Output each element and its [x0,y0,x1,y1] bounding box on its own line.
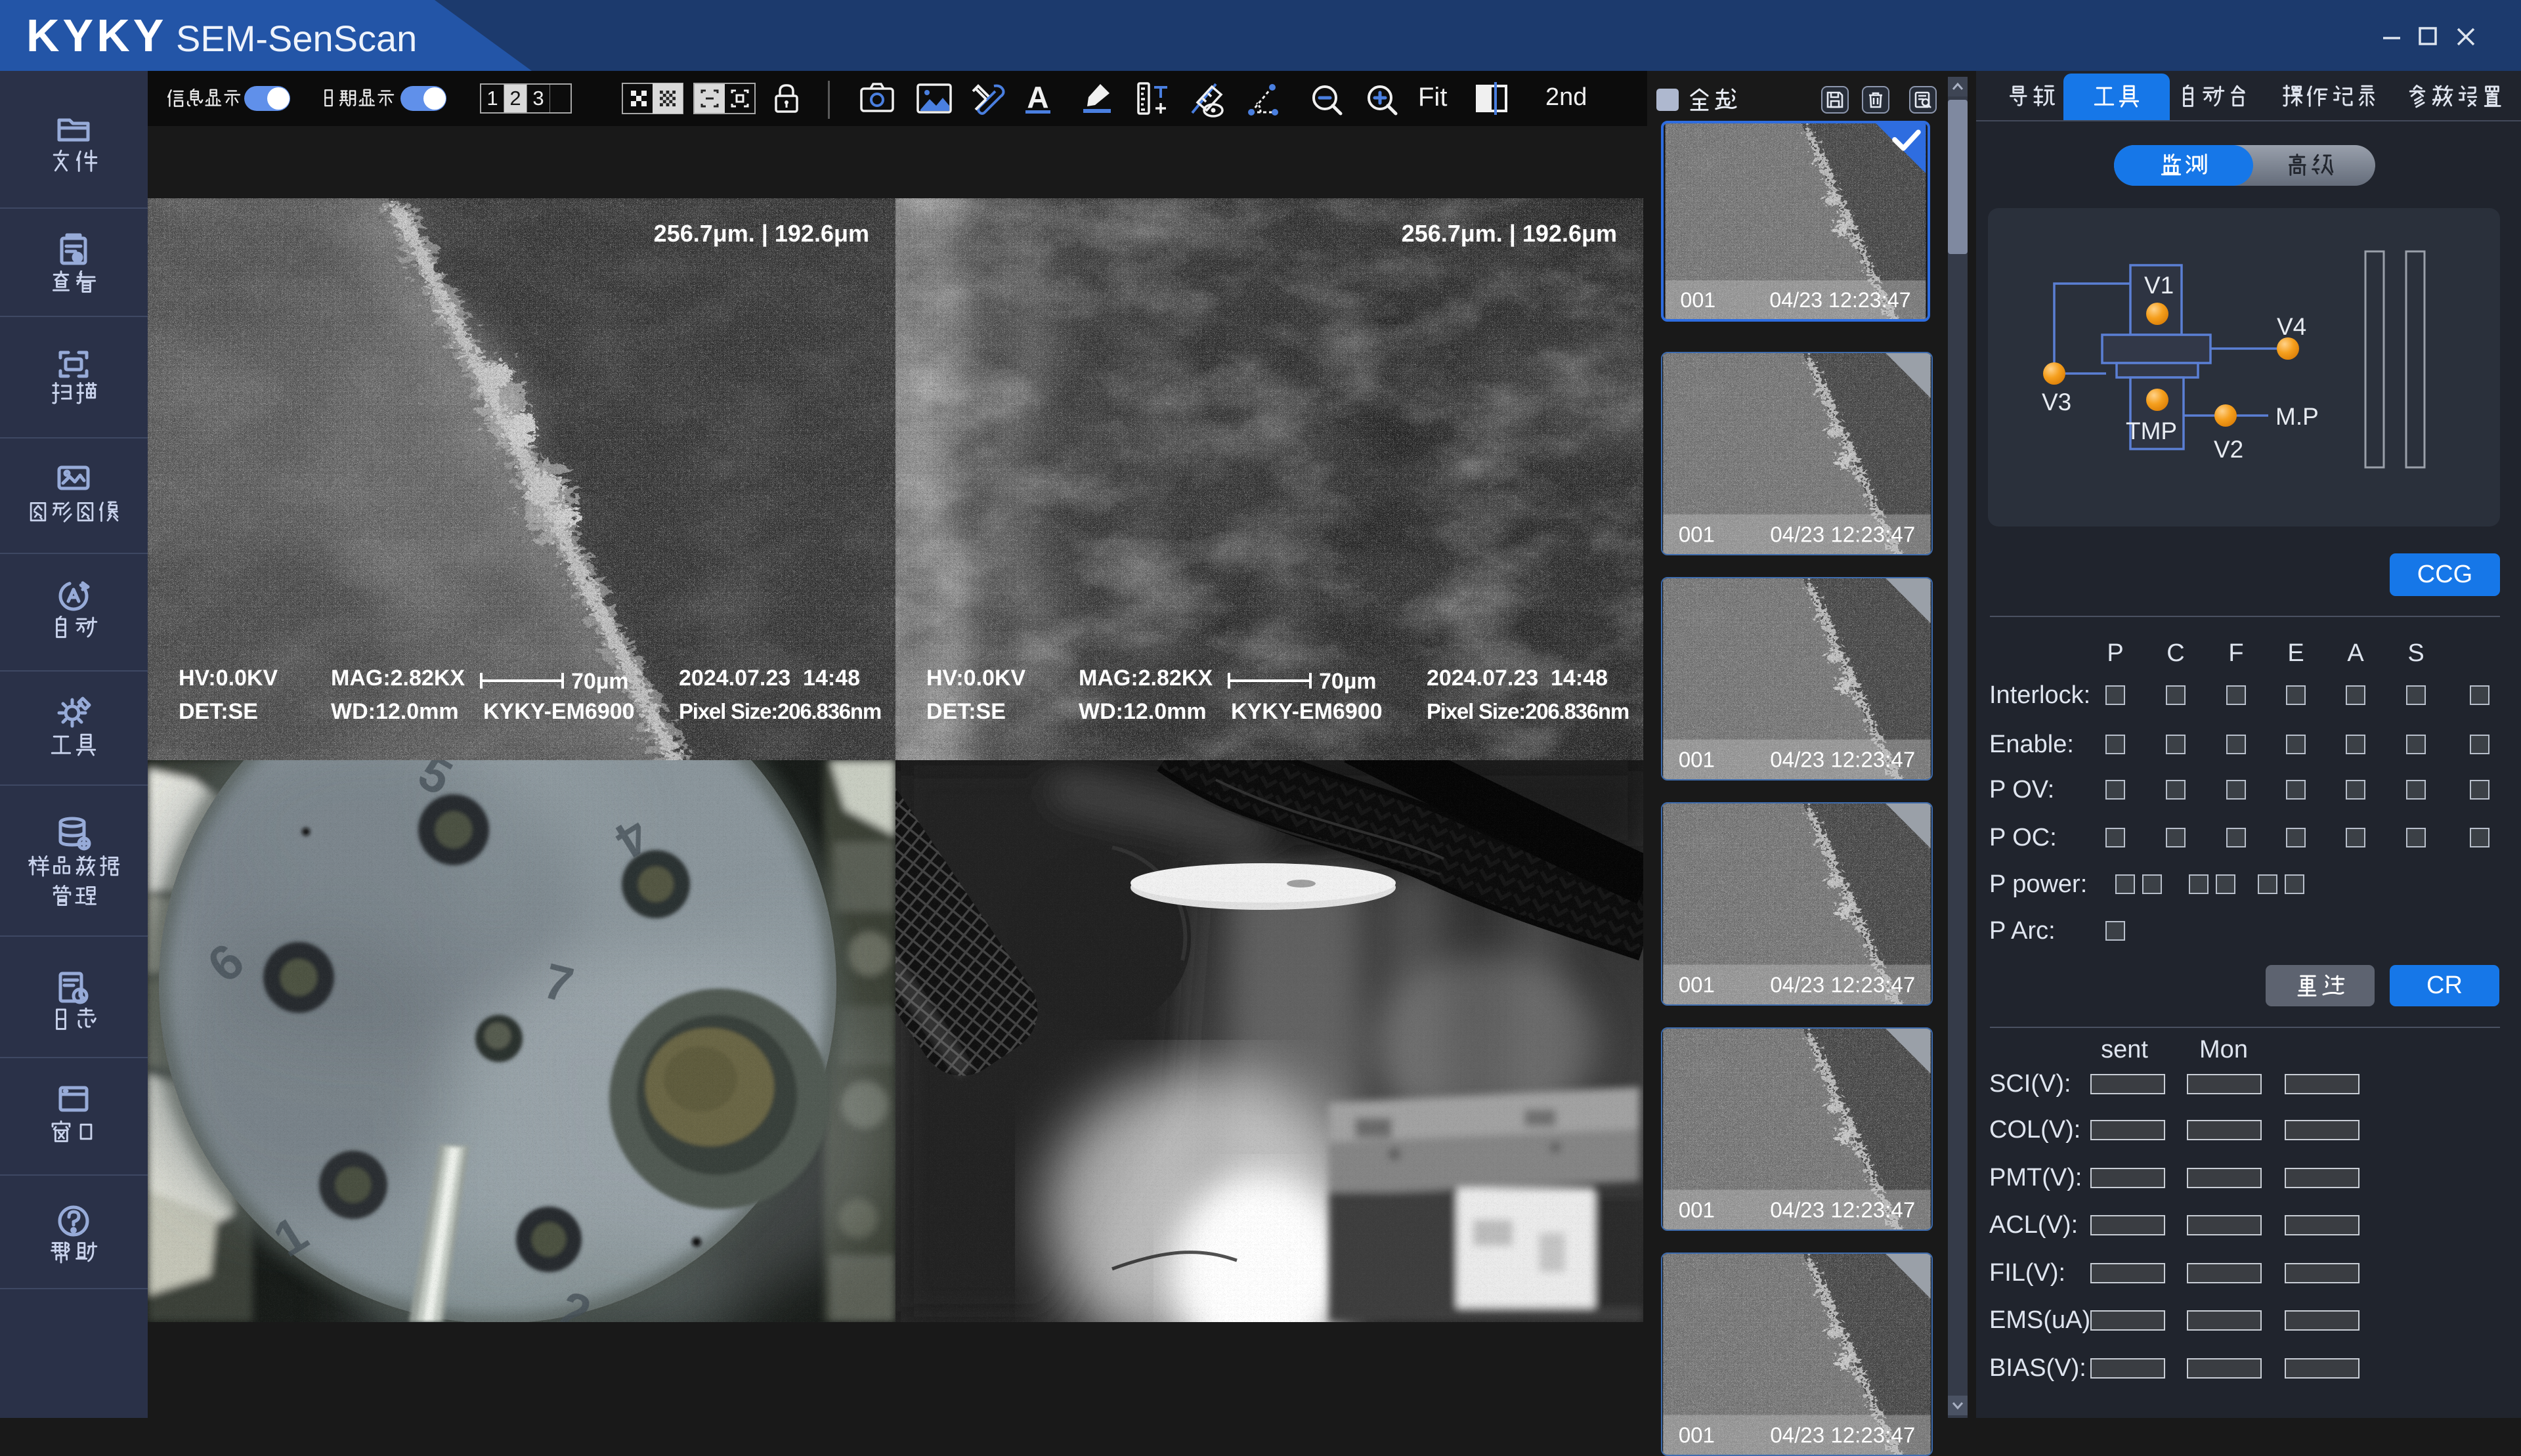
svg-text:V4: V4 [2277,313,2306,340]
svg-text:04/23 12:23:47: 04/23 12:23:47 [1770,1423,1915,1447]
svg-text:V1: V1 [2144,272,2174,299]
svg-text:04/23 12:23:47: 04/23 12:23:47 [1770,748,1915,772]
svg-text:001: 001 [1679,523,1715,547]
svg-text:A: A [1027,81,1048,114]
svg-text:TMP: TMP [2126,418,2177,444]
svg-text:04/23 12:23:47: 04/23 12:23:47 [1770,973,1915,997]
svg-text:001: 001 [1679,1423,1715,1447]
svg-text:70µm: 70µm [1319,669,1377,694]
svg-text:001: 001 [1680,288,1715,312]
svg-text:V2: V2 [2214,436,2243,463]
svg-text:04/23 12:23:47: 04/23 12:23:47 [1770,523,1915,547]
svg-text:001: 001 [1679,973,1715,997]
svg-text:001: 001 [1679,748,1715,772]
svg-text:V3: V3 [2042,389,2071,416]
svg-text:M.P: M.P [2275,403,2319,430]
svg-text:04/23 12:23:47: 04/23 12:23:47 [1770,1198,1915,1222]
svg-text:04/23 12:23:47: 04/23 12:23:47 [1769,288,1910,312]
svg-text:70µm: 70µm [571,669,629,694]
svg-text:001: 001 [1679,1198,1715,1222]
